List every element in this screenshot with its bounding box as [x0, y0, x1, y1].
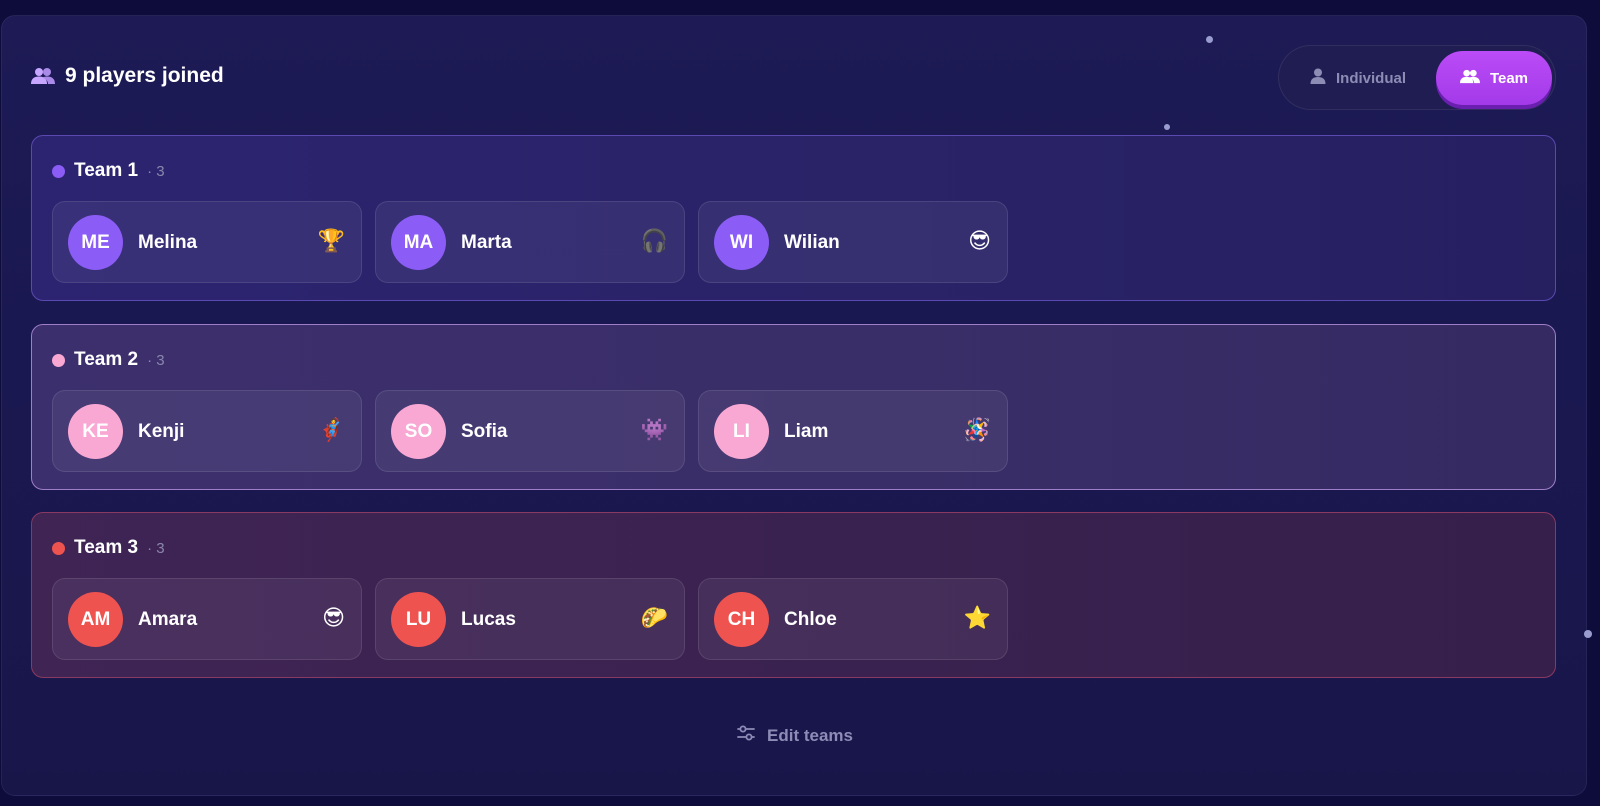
individual-mode-button[interactable]: Individual	[1289, 51, 1427, 105]
team-mode-button[interactable]: Team	[1436, 51, 1552, 105]
pinata-icon: 🪅	[963, 418, 991, 443]
star-icon: ⭐	[963, 606, 991, 631]
headphones-icon: 🎧	[640, 229, 668, 254]
avatar: WI	[714, 215, 769, 270]
edit-teams-label: Edit teams	[767, 725, 853, 745]
edit-teams-button[interactable]: Edit teams	[737, 725, 853, 746]
player-card[interactable]: KE Kenji 🦸	[52, 390, 362, 472]
team-card-3: Team 3 · 3 AM Amara 😎 LU Lucas 🌮 CH Chlo…	[31, 512, 1556, 678]
trophy-icon: 🏆	[317, 229, 345, 254]
player-name: Liam	[784, 421, 829, 442]
team-header: Team 3 · 3	[52, 537, 165, 559]
sunglasses-face-icon: 😎	[322, 606, 345, 631]
player-card[interactable]: ME Melina 🏆	[52, 201, 362, 283]
users-icon	[1459, 69, 1480, 88]
team-color-dot	[52, 164, 65, 178]
avatar: AM	[68, 592, 123, 647]
player-card[interactable]: WI Wilian 😎	[698, 201, 1008, 283]
player-name: Melina	[138, 232, 198, 253]
sliders-icon	[737, 725, 755, 746]
player-name: Sofia	[461, 421, 508, 442]
avatar: KE	[68, 404, 123, 459]
team-name: Team 1	[74, 160, 139, 181]
team-header: Team 1 · 3	[52, 160, 165, 182]
user-icon	[1310, 68, 1326, 88]
player-card[interactable]: LU Lucas 🌮	[375, 578, 685, 660]
team-header: Team 2 · 3	[52, 349, 165, 371]
player-card[interactable]: CH Chloe ⭐	[698, 578, 1008, 660]
team-color-dot	[52, 541, 65, 555]
players-joined-heading: 9 players joined	[31, 64, 224, 88]
team-count: · 3	[147, 539, 165, 557]
background-star	[1164, 124, 1170, 130]
team-mode-label: Team	[1489, 69, 1529, 87]
player-name: Marta	[461, 232, 512, 253]
background-star	[1206, 36, 1213, 43]
team-player-list: AM Amara 😎 LU Lucas 🌮 CH Chloe ⭐	[52, 578, 1008, 660]
team-count: · 3	[147, 162, 165, 180]
avatar: LI	[714, 404, 769, 459]
player-card[interactable]: LI Liam 🪅	[698, 390, 1008, 472]
background-star	[1584, 630, 1592, 638]
team-color-dot	[52, 353, 65, 367]
player-card[interactable]: SO Sofia 👾	[375, 390, 685, 472]
team-card-2: Team 2 · 3 KE Kenji 🦸 SO Sofia 👾 LI Liam…	[31, 324, 1556, 490]
space-invader-icon: 👾	[640, 418, 668, 443]
player-card[interactable]: AM Amara 😎	[52, 578, 362, 660]
player-name: Chloe	[784, 609, 837, 630]
team-name: Team 2	[74, 349, 139, 370]
team-player-list: ME Melina 🏆 MA Marta 🎧 WI Wilian 😎	[52, 201, 1008, 283]
mode-toggle: Individual Team	[1278, 45, 1556, 110]
avatar: ME	[68, 215, 123, 270]
avatar: LU	[391, 592, 446, 647]
avatar: CH	[714, 592, 769, 647]
team-card-1: Team 1 · 3 ME Melina 🏆 MA Marta 🎧 WI Wil…	[31, 135, 1556, 301]
player-name: Amara	[138, 609, 198, 630]
team-player-list: KE Kenji 🦸 SO Sofia 👾 LI Liam 🪅	[52, 390, 1008, 472]
team-name: Team 3	[74, 537, 139, 558]
avatar: MA	[391, 215, 446, 270]
sunglasses-face-icon: 😎	[968, 229, 991, 254]
player-name: Kenji	[138, 421, 185, 442]
superhero-icon: 🦸	[317, 418, 345, 443]
avatar: SO	[391, 404, 446, 459]
player-name: Wilian	[784, 232, 840, 253]
player-name: Lucas	[461, 609, 516, 630]
users-icon	[31, 67, 55, 85]
taco-icon: 🌮	[640, 606, 668, 631]
players-joined-text: 9 players joined	[65, 64, 224, 87]
player-card[interactable]: MA Marta 🎧	[375, 201, 685, 283]
individual-mode-label: Individual	[1335, 69, 1406, 87]
team-count: · 3	[147, 351, 165, 369]
